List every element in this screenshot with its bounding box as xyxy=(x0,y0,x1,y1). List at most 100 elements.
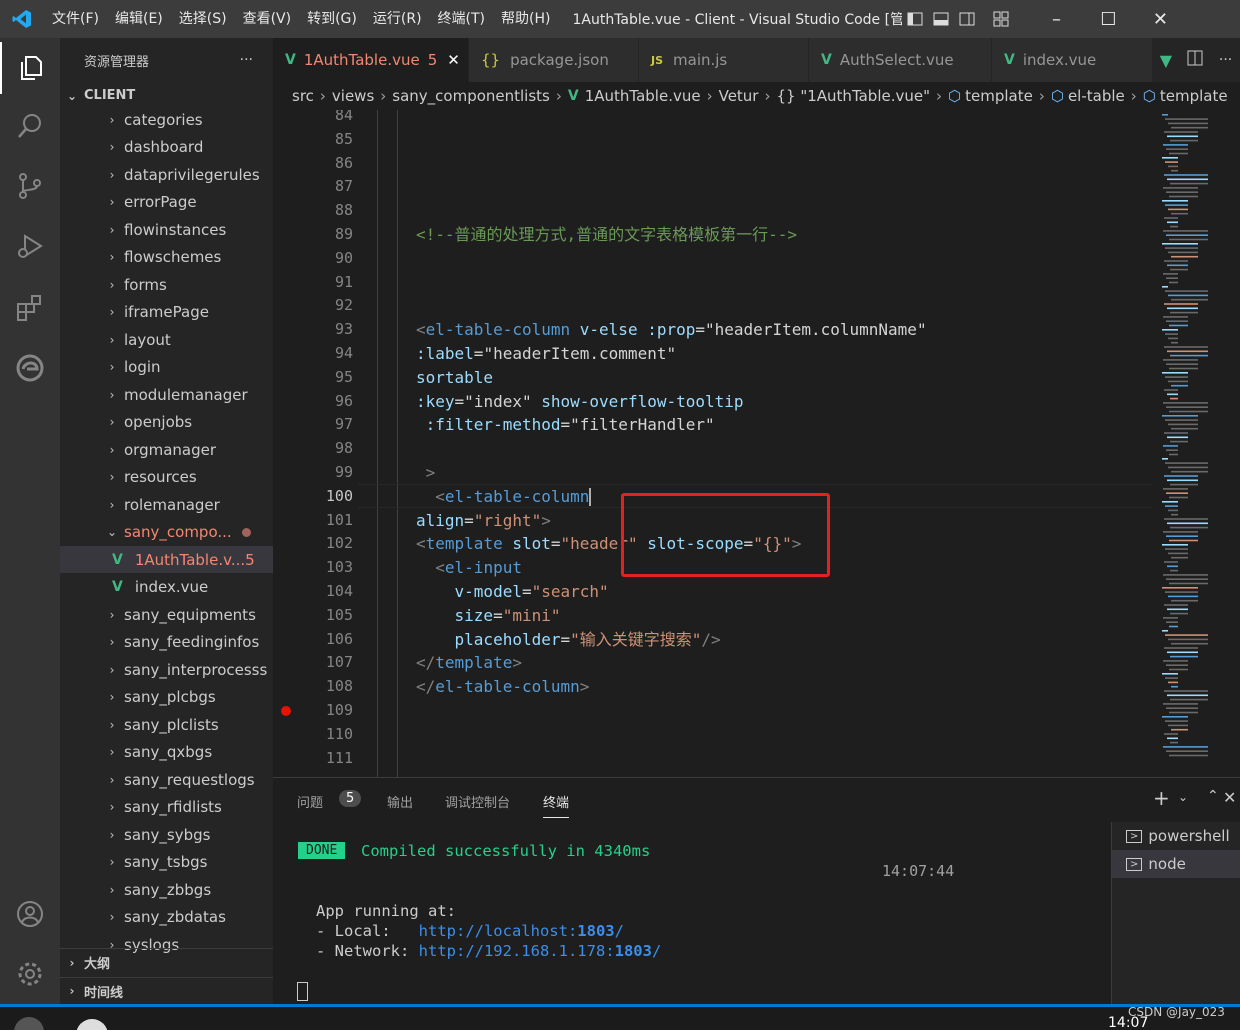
breadcrumb-item[interactable]: 1AuthTable.vue xyxy=(585,87,701,105)
tree-item[interactable]: › sany_plclists xyxy=(60,711,273,738)
explorer-icon[interactable] xyxy=(0,42,60,94)
workspace-section-header[interactable]: ⌄ CLIENT xyxy=(60,82,273,109)
customize-layout-icon[interactable] xyxy=(988,0,1014,38)
tree-item[interactable]: V 1AuthTable.v... 5 xyxy=(60,546,273,573)
tree-item[interactable]: ⌄ sany_compo... xyxy=(60,519,273,546)
taskbar-app-icon[interactable] xyxy=(14,1017,44,1030)
tree-item[interactable]: › dataprivilegerules xyxy=(60,161,273,188)
more-actions-icon[interactable]: ··· xyxy=(240,52,253,68)
close-window-button[interactable]: ✕ xyxy=(1134,0,1186,38)
breadcrumb-item[interactable]: el-table xyxy=(1068,87,1125,105)
tab-problems-badge: 5 xyxy=(427,51,438,69)
network-url-line: - Network: http://192.168.1.178:1803/ xyxy=(316,942,661,960)
tree-item[interactable]: › sany_rfidlists xyxy=(60,794,273,821)
tree-item[interactable]: › orgmanager xyxy=(60,436,273,463)
menu-item[interactable]: 文件(F) xyxy=(44,0,107,38)
settings-gear-icon[interactable] xyxy=(0,948,60,1000)
breadcrumb-item[interactable]: {} "1AuthTable.vue" xyxy=(776,87,930,105)
tree-item[interactable]: › sany_zbbgs xyxy=(60,876,273,903)
outline-section[interactable]: › 大纲 xyxy=(60,949,273,976)
minimize-button[interactable]: – xyxy=(1030,0,1082,38)
breadcrumb-item[interactable]: src xyxy=(292,87,314,105)
tree-item[interactable]: › sany_equipments xyxy=(60,601,273,628)
network-slash[interactable]: / xyxy=(652,942,661,960)
source-control-icon[interactable] xyxy=(0,160,60,212)
tab-output[interactable]: 输出 xyxy=(387,792,413,811)
chevron-down-icon[interactable]: ⌄ xyxy=(1178,790,1188,804)
vue-devtools-icon[interactable]: ▼ xyxy=(1160,51,1172,70)
breadcrumb-item[interactable]: views xyxy=(332,87,374,105)
tab-file[interactable]: JS main.js xyxy=(639,38,809,82)
tree-item[interactable]: › layout xyxy=(60,326,273,353)
tree-item[interactable]: › sany_sybgs xyxy=(60,821,273,848)
tab-debug-console[interactable]: 调试控制台 xyxy=(445,792,510,811)
network-url-link[interactable]: http://192.168.1.178:1803/ xyxy=(419,942,662,960)
breadcrumb-item[interactable]: Vetur xyxy=(719,87,759,105)
local-port[interactable]: 1803 xyxy=(577,922,614,940)
tree-item[interactable]: › dashboard xyxy=(60,134,273,161)
tree-item[interactable]: › forms xyxy=(60,271,273,298)
menu-item[interactable]: 选择(S) xyxy=(171,0,235,38)
tree-item[interactable]: › errorPage xyxy=(60,189,273,216)
menu-item[interactable]: 运行(R) xyxy=(365,0,430,38)
code-editor[interactable]: 84 85 86 87 88 89 <!--普通的处理方式,普通的文字表格模板第一行--> 9… xyxy=(273,110,1158,777)
tab-file[interactable]: V AuthSelect.vue xyxy=(809,38,992,82)
tab-terminal[interactable]: 终端 xyxy=(543,792,570,818)
tab-file[interactable]: {} package.json xyxy=(469,38,639,82)
tree-item[interactable]: › flowschemes xyxy=(60,244,273,271)
close-panel-icon[interactable]: ✕ xyxy=(1223,788,1236,807)
timeline-section[interactable]: › 时间线 xyxy=(60,977,273,1004)
edge-devtools-icon[interactable] xyxy=(0,342,60,394)
tree-item[interactable]: › resources xyxy=(60,464,273,491)
minimap[interactable] xyxy=(1158,110,1240,777)
tab-active-file[interactable]: V 1AuthTable.vue 5 ✕ xyxy=(273,38,469,82)
tab-file[interactable]: Vindex.vue xyxy=(992,38,1163,82)
toggle-sidebar-icon[interactable] xyxy=(902,0,928,38)
extensions-icon[interactable] xyxy=(0,282,60,334)
breadcrumb-item[interactable]: template xyxy=(965,87,1033,105)
menu-item[interactable]: 终端(T) xyxy=(430,0,493,38)
tree-item[interactable]: › rolemanager xyxy=(60,491,273,518)
tree-item[interactable]: › sany_interprocesss xyxy=(60,656,273,683)
accounts-icon[interactable] xyxy=(0,888,60,940)
local-slash[interactable]: / xyxy=(615,922,624,940)
terminal-item-powershell[interactable]: > powershell xyxy=(1112,822,1240,850)
tree-item[interactable]: › flowinstances xyxy=(60,216,273,243)
menu-item[interactable]: 帮助(H) xyxy=(493,0,558,38)
menu-item[interactable]: 转到(G) xyxy=(299,0,365,38)
network-url[interactable]: http://192.168.1.178: xyxy=(419,942,615,960)
tree-item[interactable]: › iframePage xyxy=(60,299,273,326)
tab-problems[interactable]: 问题 xyxy=(297,792,323,811)
run-debug-icon[interactable] xyxy=(0,220,60,272)
menu-item[interactable]: 查看(V) xyxy=(235,0,300,38)
tree-item[interactable]: › sany_zbdatas xyxy=(60,904,273,931)
taskbar-app-icon[interactable] xyxy=(76,1019,108,1030)
tree-item[interactable]: › sany_feedinginfos xyxy=(60,629,273,656)
split-editor-icon[interactable] xyxy=(1187,50,1203,70)
search-icon[interactable] xyxy=(0,100,60,152)
local-url-link[interactable]: http://localhost:1803/ xyxy=(419,922,624,940)
tree-item[interactable]: › sany_tsbgs xyxy=(60,849,273,876)
tree-item[interactable]: › openjobs xyxy=(60,409,273,436)
tree-item[interactable]: › sany_requestlogs xyxy=(60,766,273,793)
local-url[interactable]: http://localhost: xyxy=(419,922,578,940)
toggle-panel-icon[interactable] xyxy=(928,0,954,38)
more-editor-actions-icon[interactable]: ··· xyxy=(1219,52,1232,68)
tree-item[interactable]: Vindex.vue xyxy=(60,574,273,601)
toggle-secondary-sidebar-icon[interactable] xyxy=(954,0,980,38)
tree-item[interactable]: › login xyxy=(60,354,273,381)
close-tab-icon[interactable]: ✕ xyxy=(447,51,460,69)
new-terminal-icon[interactable]: + xyxy=(1153,786,1170,810)
tree-item[interactable]: › modulemanager xyxy=(60,381,273,408)
tree-item[interactable]: › sany_plcbgs xyxy=(60,684,273,711)
breakpoint-icon[interactable] xyxy=(281,706,291,716)
network-port[interactable]: 1803 xyxy=(615,942,652,960)
maximize-button[interactable]: ☐ xyxy=(1082,0,1134,38)
menu-item[interactable]: 编辑(E) xyxy=(107,0,171,38)
tree-item[interactable]: › categories xyxy=(60,106,273,133)
maximize-panel-icon[interactable]: ⌃ xyxy=(1207,788,1219,804)
terminal-item-node[interactable]: > node xyxy=(1112,850,1240,878)
breadcrumb-item[interactable]: sany_componentlists xyxy=(392,87,550,105)
tree-item[interactable]: › sany_qxbgs xyxy=(60,739,273,766)
breadcrumb-item[interactable]: template xyxy=(1160,87,1228,105)
